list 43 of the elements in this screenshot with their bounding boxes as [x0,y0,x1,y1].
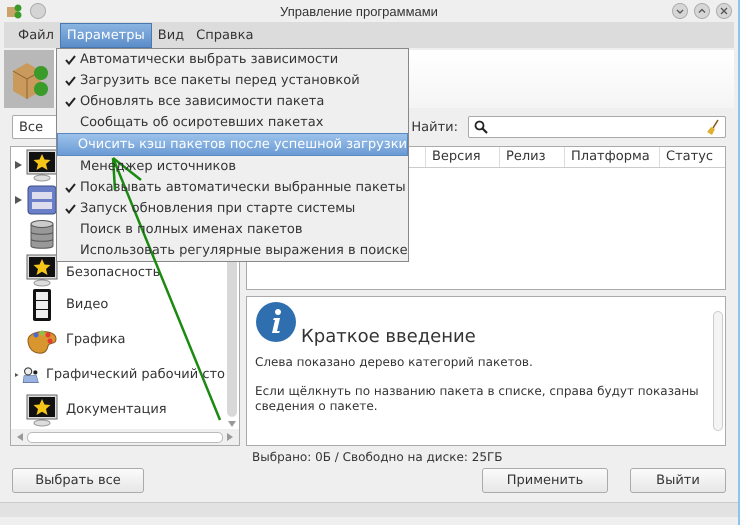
category-label[interactable]: Графика [66,332,126,347]
category-label[interactable]: Графический рабочий сто [46,367,225,382]
search-icon [474,120,488,134]
drawer-icon [25,182,59,216]
monitor-star-icon [25,148,59,182]
info-paragraph: Слева показано дерево категорий пакетов. [255,355,534,370]
search-field[interactable] [468,116,726,138]
maximize-icon[interactable] [694,3,710,19]
column-header[interactable]: Платформа [565,147,660,167]
broom-icon[interactable] [706,119,720,135]
category-label[interactable]: Безопасность [66,265,160,280]
category-label[interactable]: Документация [66,402,167,417]
menu-item[interactable]: Автоматически выбрать зависимости [57,49,408,70]
column-header[interactable]: Версия [426,147,500,167]
menu-item[interactable]: Обновлять все зависимости пакета [57,91,408,112]
select-all-button[interactable]: Выбрать все [12,468,144,493]
menu-title[interactable]: Файл [12,24,60,46]
menu-title[interactable]: Справка [190,24,260,46]
scrollbar-thumb[interactable] [713,311,723,431]
window-title: Управление программами [279,4,439,18]
category-label[interactable]: Видео [66,297,108,312]
apply-button[interactable]: Применить [482,468,608,493]
expander-icon[interactable] [15,196,22,204]
menu-title[interactable]: Вид [152,24,190,46]
search-label: Найти: [411,120,458,134]
close-icon[interactable] [716,3,732,19]
app-icon [6,3,22,19]
info-icon [255,301,297,343]
disk-status: Выбрано: 0Б / Свободно на диске: 25ГБ [252,450,503,464]
quit-button[interactable]: Выйти [630,468,726,493]
column-header[interactable]: Статус [660,147,725,167]
column-header[interactable]: Релиз [500,147,565,167]
scrollbar-thumb[interactable] [27,432,223,442]
monitor-star-icon [25,392,59,426]
scroll-down-icon[interactable] [228,421,236,427]
expander-icon[interactable] [15,160,22,168]
monitor-star-icon [25,252,59,286]
info-paragraph: Если щёлкнуть по названию пакета в списке, справа будут показаны сведения о пакете. [255,384,700,414]
menu-item[interactable]: Сообщать об осиротевших пакетах [57,112,408,133]
menu-item[interactable]: Загрузить все пакеты перед установкой [57,70,408,91]
minimize-icon[interactable] [672,3,688,19]
expander-icon[interactable] [15,370,19,378]
info-title: Краткое введение [301,326,476,347]
